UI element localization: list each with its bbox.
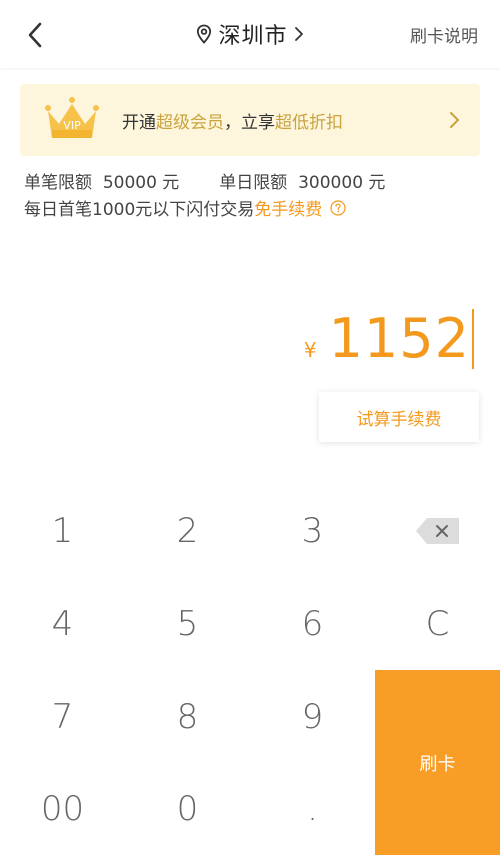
key-6[interactable]: 6 [250, 577, 375, 670]
swipe-card-button[interactable]: 刷卡 [375, 670, 500, 855]
key-8[interactable]: 8 [125, 670, 250, 763]
key-5[interactable]: 5 [125, 577, 250, 670]
calculate-fee-button[interactable]: 试算手续费 [319, 392, 479, 442]
amount-value: 1152 [328, 307, 470, 370]
daily-limit-value: 300000 元 [298, 173, 386, 193]
key-4[interactable]: 4 [0, 577, 125, 670]
back-button[interactable] [20, 20, 50, 50]
single-limit-label: 单笔限额 [24, 173, 92, 193]
backspace-key[interactable] [375, 484, 500, 577]
key-00[interactable]: 00 [0, 762, 125, 855]
free-fee-highlight: 免手续费 [254, 200, 323, 220]
city-selector[interactable]: 深圳市 [150, 16, 350, 52]
single-limit-value: 50000 元 [102, 173, 180, 193]
text-cursor [472, 309, 474, 369]
key-2[interactable]: 2 [125, 484, 250, 577]
vip-crown-icon: VIP [45, 97, 99, 138]
clear-key[interactable]: C [375, 577, 500, 670]
vip-badge-text: VIP [63, 119, 81, 132]
amount-display[interactable]: ¥ 1152 [304, 304, 474, 374]
key-7[interactable]: 7 [0, 670, 125, 763]
key-1[interactable]: 1 [0, 484, 125, 577]
vip-chevron-right-icon [450, 112, 459, 128]
vip-text-highlight1: 超级会员 [156, 113, 224, 133]
card-help-link[interactable]: 刷卡说明 [410, 22, 478, 47]
city-name: 深圳市 [218, 24, 288, 49]
free-fee-notice: 每日首笔1000元以下闪付交易 免手续费 [24, 195, 346, 220]
daily-limit-label: 单日限额 [219, 173, 288, 193]
key-9[interactable]: 9 [250, 670, 375, 763]
transaction-limits: 单笔限额 50000 元 单日限额 300000 元 [24, 168, 385, 193]
vip-banner[interactable]: VIP 开通超级会员，立享超低折扣 [20, 84, 480, 156]
header-bar: 深圳市 刷卡说明 [0, 0, 500, 68]
help-icon[interactable] [330, 199, 346, 216]
vip-banner-text: 开通超级会员，立享超低折扣 [122, 108, 343, 133]
back-arrow-icon [28, 22, 42, 48]
key-3[interactable]: 3 [250, 484, 375, 577]
key-decimal[interactable]: . [250, 762, 375, 855]
key-0[interactable]: 0 [125, 762, 250, 855]
vip-text-part2: ，立享 [224, 113, 275, 133]
location-pin-icon [197, 24, 212, 44]
currency-symbol: ¥ [303, 338, 317, 362]
vip-text-highlight2: 超低折扣 [275, 113, 343, 133]
free-fee-text: 每日首笔1000元以下闪付交易 [24, 200, 255, 220]
backspace-icon [415, 517, 459, 544]
vip-text-part1: 开通 [122, 113, 156, 133]
chevron-right-icon [294, 27, 303, 41]
